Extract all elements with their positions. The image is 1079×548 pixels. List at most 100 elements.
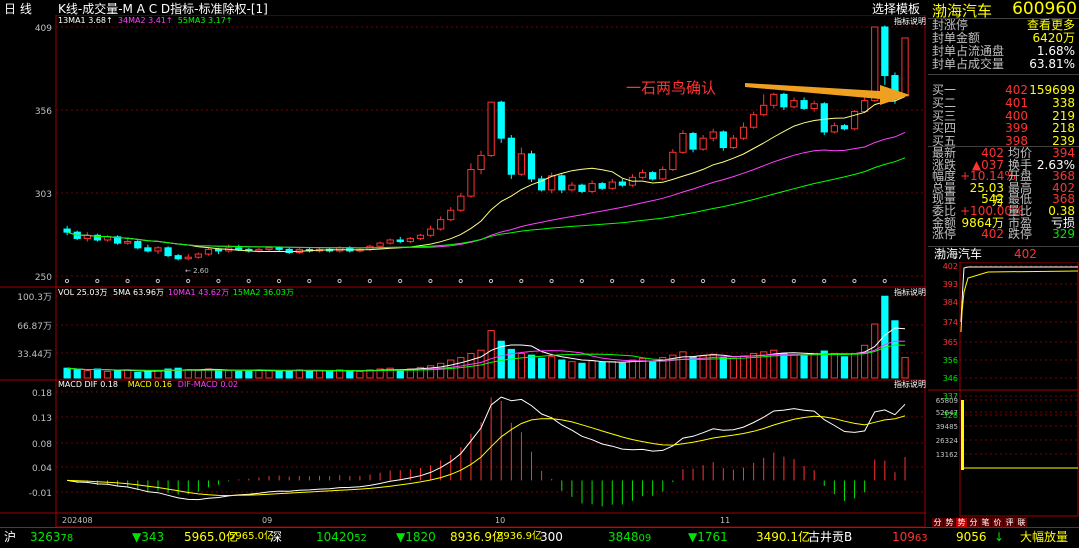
- volume-bar: [527, 354, 536, 379]
- quote-tab-7[interactable]: 联: [1016, 518, 1027, 527]
- candle-body: [184, 256, 192, 260]
- order-book-row[interactable]: 买二 401 338: [928, 95, 1079, 110]
- candle-body: [840, 125, 849, 130]
- seal-row-label: 封单占成交量: [932, 57, 1005, 71]
- macd-axis-label: 0.08: [32, 440, 52, 450]
- event-marker-icon: [216, 278, 221, 284]
- mini-chart-title: 渤海汽车 402: [928, 246, 1079, 262]
- mini-price-label: 402: [943, 262, 958, 271]
- event-marker-icon: [337, 278, 342, 284]
- volume-bar: [820, 350, 828, 379]
- volume-bar: [578, 362, 586, 379]
- event-marker-icon: [579, 278, 584, 284]
- divider: [928, 74, 1079, 75]
- candle-body: [477, 154, 485, 171]
- cy-index: 384809: [608, 530, 652, 544]
- candle-body: [437, 219, 445, 230]
- quote-header: 渤海汽车 600960: [928, 0, 1079, 20]
- quote-tab-1[interactable]: 势: [944, 518, 955, 527]
- sz-amount: 8936.9亿: [450, 530, 504, 544]
- event-marker-icon: [670, 278, 675, 284]
- volume-bar: [144, 370, 152, 379]
- price-axis-label: 250: [35, 273, 52, 283]
- date-axis-label: 10: [495, 516, 505, 525]
- mini-price-label: 346: [943, 374, 958, 383]
- candle-body: [103, 236, 112, 241]
- volume-axis-label: 33.44万: [17, 350, 52, 360]
- candle-body: [608, 181, 616, 189]
- volume-bar: [235, 370, 243, 379]
- mini-vol-label: 65809: [936, 397, 958, 405]
- volume-bar: [689, 356, 697, 379]
- quote-tab-4[interactable]: 笔: [980, 518, 991, 527]
- legend-item: MACD 0.16: [128, 380, 172, 389]
- macd-axis-label: 0.04: [32, 464, 52, 474]
- event-marker-icon: [428, 278, 433, 284]
- candle-body: [709, 131, 717, 139]
- candle-body: [214, 248, 223, 252]
- candle-body: [861, 100, 869, 113]
- ticker-stock-name[interactable]: 古井贡B: [808, 528, 852, 546]
- seal-row: 封单占成交量 63.81%: [928, 58, 1079, 71]
- event-marker-icon: [640, 278, 645, 284]
- volume-bar: [225, 370, 233, 379]
- quote-tab-2[interactable]: 势: [956, 518, 967, 527]
- volume-bar: [396, 369, 404, 379]
- mini-stock-name: 渤海汽车: [934, 247, 983, 261]
- volume-bar: [618, 362, 626, 379]
- legend-item: 55MA3 3.17↑: [178, 16, 233, 25]
- quote-tab-6[interactable]: 评: [1004, 518, 1015, 527]
- volume-bar: [103, 370, 112, 379]
- candle-body: [790, 100, 798, 108]
- ma13-line: [66, 96, 906, 253]
- mini-price-label: 365: [943, 338, 958, 347]
- order-level: 买二: [932, 95, 957, 110]
- volume-bar: [840, 356, 849, 379]
- macd-axis-label: -0.01: [29, 489, 52, 499]
- macd-dea-line: [67, 415, 906, 497]
- event-marker-icon: [155, 278, 160, 284]
- intraday-mini-chart[interactable]: 4023933843743653563463373286580952647394…: [928, 262, 1079, 518]
- cy-label: 300: [540, 530, 563, 544]
- sz-label: 深: [270, 530, 283, 544]
- date-axis-label: 202408: [62, 516, 93, 525]
- sh-change: ▼343: [132, 530, 165, 544]
- candle-body: [679, 132, 687, 153]
- candle-body: [598, 183, 606, 189]
- volume-bar: [325, 370, 334, 379]
- indicator-help-link[interactable]: 指标说明: [894, 16, 926, 26]
- volume-arrow-icon: ↓: [994, 530, 1005, 544]
- quote-tab-0[interactable]: 分: [932, 518, 943, 527]
- candle-body: [497, 101, 505, 139]
- legend-item: DIF-MACD 0.02: [178, 380, 238, 389]
- candle-body: [255, 248, 263, 252]
- volume-bar: [113, 370, 122, 379]
- candle-body: [467, 169, 475, 197]
- indicator-help-link[interactable]: 指标说明: [894, 379, 926, 389]
- volume-bar: [63, 367, 71, 379]
- volume-bar: [810, 353, 818, 379]
- candle-body: [376, 242, 384, 247]
- market-status-bar: 沪 326378 ▼343 5965.0亿 5965.0亿 深 1042052 …: [0, 527, 1079, 546]
- sz-change: ▼1820: [396, 530, 436, 544]
- volume-bar: [548, 356, 556, 379]
- volume-bar: [568, 361, 576, 379]
- mini-price-label: 374: [943, 318, 958, 327]
- chart-area[interactable]: 13MA1 3.68↑ 34MA2 3.41↑ 55MA3 3.17↑ VOL 25.…: [0, 14, 926, 528]
- quote-tab-3[interactable]: 分: [968, 518, 979, 527]
- annotation-arrow-icon: [745, 83, 910, 105]
- event-marker-icon: [761, 278, 766, 284]
- candle-body: [830, 125, 838, 133]
- volume-bar: [487, 330, 495, 379]
- macd-axis-label: 0.18: [32, 389, 52, 399]
- volume-bar: [346, 370, 354, 379]
- order-price: 401: [1005, 95, 1028, 110]
- event-marker-icon: [186, 278, 191, 284]
- volume-status: 大幅放量: [1020, 530, 1069, 544]
- mini-vol-label: 26324: [936, 437, 959, 445]
- volume-bar: [850, 352, 859, 379]
- event-marker-icon: [700, 278, 706, 284]
- quote-tab-5[interactable]: 价: [992, 518, 1003, 527]
- candle-body: [699, 137, 707, 150]
- kline-chart-svg[interactable]: 13MA1 3.68↑ 34MA2 3.41↑ 55MA3 3.17↑VOL 25.…: [0, 14, 926, 528]
